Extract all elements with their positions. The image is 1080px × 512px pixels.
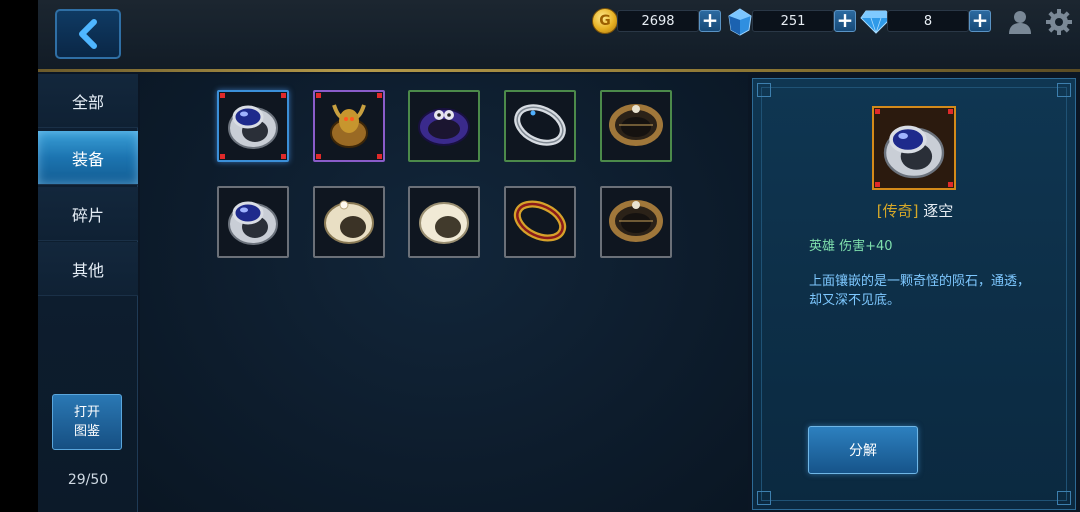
inventory-count: 29/50 (67, 472, 109, 488)
game-screen: G 2698 + 251 + 8 + 全部 装备 碎片 其他 打开 图鉴 29/… (0, 0, 1080, 512)
inventory-slot-r1c3[interactable] (408, 90, 480, 162)
inventory-slot-r1c1[interactable] (217, 90, 289, 162)
tab-label: 碎片 (71, 205, 104, 225)
silver-filigree-ring-icon (511, 95, 569, 157)
tab-other[interactable]: 其他 (38, 242, 138, 296)
tab-all[interactable]: 全部 (38, 74, 138, 128)
open-codex-label-line2: 图鉴 (73, 424, 100, 439)
left-black-bar (0, 0, 38, 512)
open-codex-button[interactable]: 打开 图鉴 (52, 394, 122, 450)
tab-label: 装备 (71, 149, 104, 169)
purple-skull-ring-icon (415, 95, 473, 157)
item-name: 逐空 (923, 202, 954, 220)
item-description: 上面镶嵌的是一颗奇怪的陨石，通透，却又深不见底。 (809, 274, 1031, 308)
back-button[interactable] (55, 9, 121, 59)
crystal-currency: 251 (752, 8, 834, 34)
corner-ornament (1057, 83, 1071, 97)
bronze-star-ring-icon (607, 191, 665, 253)
tab-fragments[interactable]: 碎片 (38, 187, 138, 241)
item-title: [传奇] 逐空 (753, 200, 1077, 221)
diamond-amount: 8 (887, 10, 969, 32)
pearl-ring-icon (320, 191, 378, 253)
gold-ruby-band-icon (511, 191, 569, 253)
plain-ivory-ring-icon (415, 191, 473, 253)
inventory-slot-r1c2[interactable] (313, 90, 385, 162)
add-crystal-button[interactable]: + (834, 10, 856, 32)
item-stat: 英雄 伤害+40 (809, 239, 893, 254)
blue-gem-silver-ring-icon (883, 125, 945, 179)
horned-gold-ring-icon (320, 95, 378, 157)
item-rarity: [传奇] (876, 202, 919, 220)
back-arrow-icon (79, 19, 97, 49)
inventory-slot-r2c4[interactable] (504, 186, 576, 258)
gold-coin-icon: G (592, 8, 618, 34)
corner-ornament (757, 491, 771, 505)
gold-amount: 2698 (617, 10, 699, 32)
tab-label: 全部 (71, 92, 104, 112)
tab-equipment[interactable]: 装备 (38, 131, 138, 185)
corner-ornament (757, 83, 771, 97)
blue-gem-silver-ring-icon (224, 95, 282, 157)
inventory-slot-r2c3[interactable] (408, 186, 480, 258)
crystal-amount: 251 (752, 10, 834, 32)
tab-label: 其他 (71, 260, 104, 280)
inventory-slot-r1c4[interactable] (504, 90, 576, 162)
decompose-label: 分解 (849, 443, 877, 459)
diamond-currency: 8 (887, 8, 969, 34)
blue-crystal-icon (728, 8, 752, 36)
inventory-slot-r2c5[interactable] (600, 186, 672, 258)
coin-letter: G (599, 13, 611, 29)
selected-item-icon-frame (872, 106, 956, 190)
inventory-slot-r2c2[interactable] (313, 186, 385, 258)
inventory-slot-r1c5[interactable] (600, 90, 672, 162)
add-diamond-button[interactable]: + (969, 10, 991, 32)
top-bar-divider (38, 69, 1080, 72)
open-codex-label-line1: 打开 (73, 405, 100, 420)
corner-ornament (1057, 491, 1071, 505)
add-gold-button[interactable]: + (699, 10, 721, 32)
gold-currency: 2698 (617, 8, 699, 34)
decompose-button[interactable]: 分解 (808, 426, 918, 474)
blue-gem-silver-ring-icon (224, 191, 282, 253)
bronze-star-ring-icon (607, 95, 665, 157)
settings-gear-icon[interactable] (1045, 8, 1073, 36)
inventory-grid (140, 74, 748, 512)
inventory-slot-r2c1[interactable] (217, 186, 289, 258)
user-profile-icon[interactable] (1008, 9, 1032, 35)
item-detail-panel: [传奇] 逐空 英雄 伤害+40 上面镶嵌的是一颗奇怪的陨石，通透，却又深不见底… (752, 78, 1076, 510)
